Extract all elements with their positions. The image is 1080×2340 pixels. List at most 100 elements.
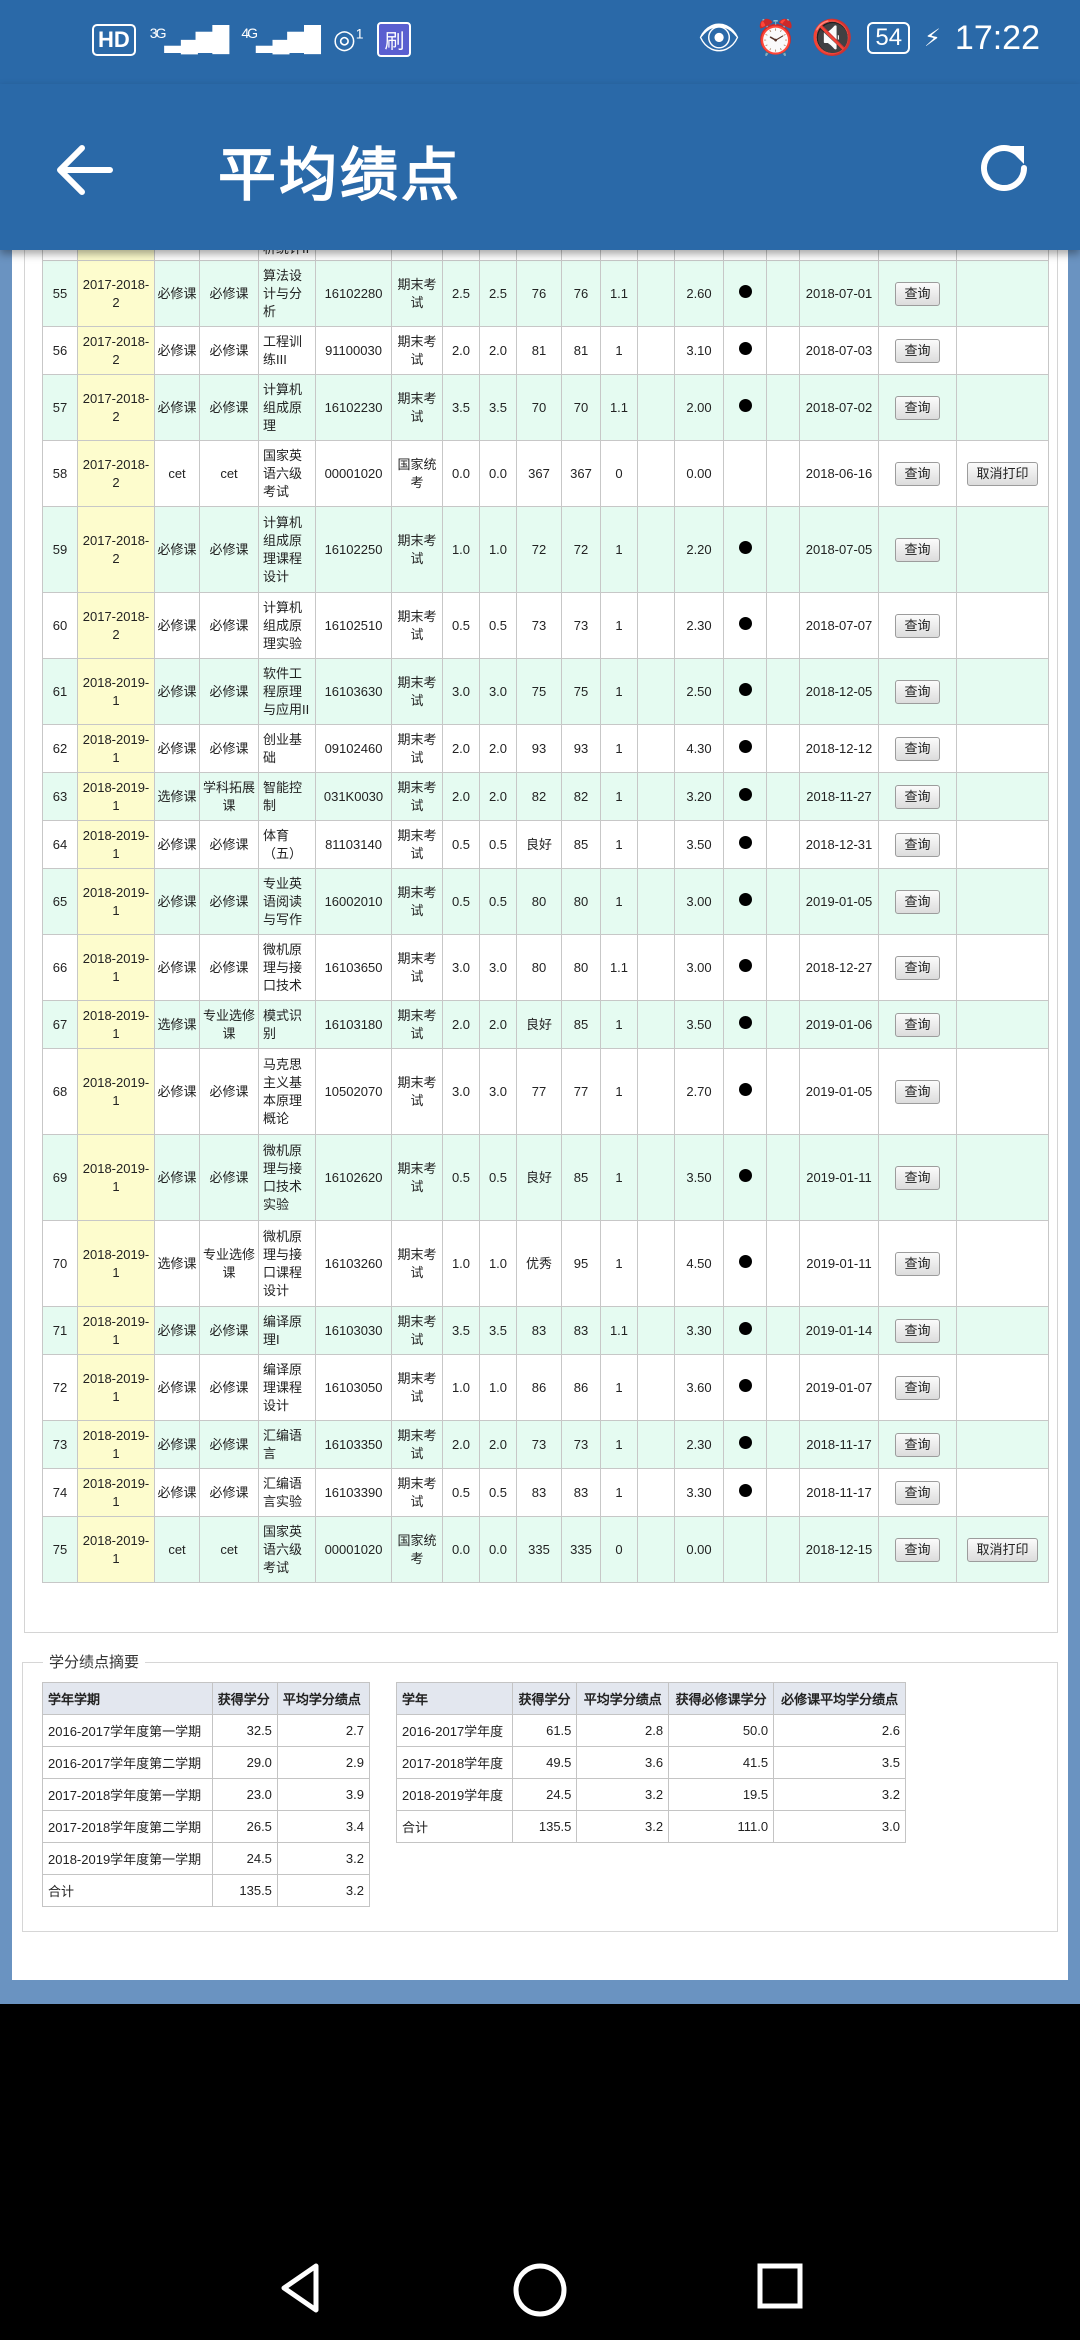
- query-button-cell: 查询: [878, 1516, 957, 1583]
- query-button-cell: 查询: [878, 326, 957, 375]
- score-cell: 82: [516, 772, 562, 821]
- semester-summary-row: 合计 135.5 3.2: [42, 1874, 371, 1907]
- query-button[interactable]: 查询: [895, 784, 940, 809]
- final-score-cell: 80: [561, 868, 601, 935]
- blank-cell-cell: [766, 592, 800, 659]
- course-nature-cell: 必修课: [154, 1468, 200, 1517]
- back-arrow-icon[interactable]: [52, 142, 116, 198]
- course-code-cell: 91100030: [315, 326, 392, 375]
- query-button[interactable]: 查询: [895, 1480, 940, 1505]
- course-name-cell: 计算机组成原理实验: [258, 592, 316, 659]
- mark-dot-cell: [723, 1134, 767, 1221]
- mark-dot-cell: [723, 820, 767, 869]
- query-button[interactable]: 查询: [895, 955, 940, 980]
- blank-cell-cell: [766, 250, 800, 261]
- bullet-dot-icon: [738, 616, 752, 630]
- query-button[interactable]: 查询: [895, 281, 940, 306]
- grade-point-cell: 4.30: [674, 724, 724, 773]
- blank-cell-cell: [766, 506, 800, 593]
- query-button-cell: 查询: [878, 772, 957, 821]
- final-score-cell: 83: [561, 1468, 601, 1517]
- table-row: 67 2018-2019-1 选修课 专业选修课 模式识别 16103180 期末考试 2.0…: [42, 1000, 1049, 1049]
- course-name-cell: 国家英语六级考试: [258, 440, 316, 507]
- credit-cell: 2.0: [442, 1000, 480, 1049]
- grade-point-cell: 2.20: [674, 506, 724, 593]
- cancel-print-button-cell: [956, 724, 1049, 773]
- semester-summary-cell: 2017-2018学年度第二学期: [42, 1810, 213, 1843]
- course-category-cell: 必修课: [199, 374, 259, 441]
- cancel-print-button-cell: 取消打印: [956, 1516, 1049, 1583]
- refresh-icon[interactable]: [972, 138, 1036, 202]
- query-button[interactable]: 查询: [895, 1318, 940, 1343]
- query-button[interactable]: 查询: [895, 395, 940, 420]
- course-name-cell: 微机原理与接口技术: [258, 934, 316, 1001]
- query-button[interactable]: 查询: [895, 338, 940, 363]
- earned-credit-cell: 2.0: [479, 724, 517, 773]
- grade-point-cell: [674, 250, 724, 261]
- query-button-cell: 查询: [878, 260, 957, 327]
- table-row: 63 2018-2019-1 选修课 学科拓展课 智能控制 031K0030 期末考试 2.0…: [42, 772, 1049, 821]
- query-button[interactable]: 查询: [895, 461, 940, 486]
- blank-cell-cell: [766, 1306, 800, 1355]
- query-button[interactable]: 查询: [895, 736, 940, 761]
- course-code-cell: 16102280: [315, 260, 392, 327]
- exam-type-cell: 期末考试: [391, 326, 443, 375]
- course-code-cell: 16103030: [315, 1306, 392, 1355]
- course-nature-cell: cet: [154, 1516, 200, 1583]
- blank-cell-cell: [766, 868, 800, 935]
- cancel-print-button[interactable]: 取消打印: [967, 1537, 1038, 1562]
- course-code-cell: 16103650: [315, 934, 392, 1001]
- score-cell: [516, 250, 562, 261]
- course-code-cell: 16103390: [315, 1468, 392, 1517]
- query-button[interactable]: 查询: [895, 1165, 940, 1190]
- cancel-print-button-cell: [956, 1354, 1049, 1421]
- blank-cell-cell: [766, 260, 800, 327]
- exam-type-cell: 期末考试: [391, 1220, 443, 1307]
- grade-point-cell: 2.60: [674, 260, 724, 327]
- semester-summary-cell: 29.0: [211, 1746, 278, 1779]
- course-category-cell: cet: [199, 440, 259, 507]
- query-button[interactable]: 查询: [895, 832, 940, 857]
- query-button[interactable]: 查询: [895, 1079, 940, 1104]
- nav-home-icon[interactable]: [512, 2262, 568, 2318]
- bullet-dot-icon: [738, 1015, 752, 1029]
- table-row: 71 2018-2019-1 必修课 必修课 编译原理I 16103030 期末考试 3.5 3…: [42, 1306, 1049, 1355]
- credit-cell: 2.5: [442, 260, 480, 327]
- row-number-cell: 55: [42, 260, 78, 327]
- coefficient-cell: 1: [600, 592, 638, 659]
- grade-point-cell: 3.50: [674, 1134, 724, 1221]
- academic-term-cell: 2018-2019-1: [77, 1354, 155, 1421]
- academic-term-cell: 2017-2018-2: [77, 326, 155, 375]
- grades-table-container[interactable]: 542017-2018-2必修课必修课算法设计与分析统计II16102270期末…: [24, 250, 1058, 1633]
- credit-cell: 3.0: [442, 934, 480, 1001]
- row-number-cell: 58: [42, 440, 78, 507]
- query-button[interactable]: 查询: [895, 889, 940, 914]
- query-button[interactable]: 查询: [895, 1432, 940, 1457]
- bullet-dot-icon: [738, 284, 752, 298]
- charging-icon: ⚡: [924, 24, 941, 52]
- credit-cell: 1.0: [442, 1220, 480, 1307]
- nav-back-icon[interactable]: [276, 2262, 328, 2314]
- query-button[interactable]: 查询: [895, 1251, 940, 1276]
- course-code-cell: 00001020: [315, 440, 392, 507]
- query-button[interactable]: 查询: [895, 1012, 940, 1037]
- earned-credit-cell: 3.0: [479, 934, 517, 1001]
- year-summary-header: 学年: [396, 1682, 513, 1715]
- query-button[interactable]: 查询: [895, 679, 940, 704]
- row-number-cell: 57: [42, 374, 78, 441]
- year-summary-cell: 3.0: [773, 1810, 906, 1843]
- query-button[interactable]: 查询: [895, 613, 940, 638]
- row-number-cell: 60: [42, 592, 78, 659]
- grade-point-cell: 3.00: [674, 868, 724, 935]
- nav-recents-icon[interactable]: [756, 2262, 804, 2310]
- row-number-cell: 63: [42, 772, 78, 821]
- query-button[interactable]: 查询: [895, 537, 940, 562]
- score-cell: 73: [516, 592, 562, 659]
- academic-term-cell: 2018-2019-1: [77, 1420, 155, 1469]
- query-button[interactable]: 查询: [895, 1375, 940, 1400]
- cancel-print-button[interactable]: 取消打印: [967, 461, 1038, 486]
- academic-term-cell: 2018-2019-1: [77, 658, 155, 725]
- query-button-cell: 查询: [878, 820, 957, 869]
- query-button[interactable]: 查询: [895, 1537, 940, 1562]
- query-button-cell: 查询: [878, 724, 957, 773]
